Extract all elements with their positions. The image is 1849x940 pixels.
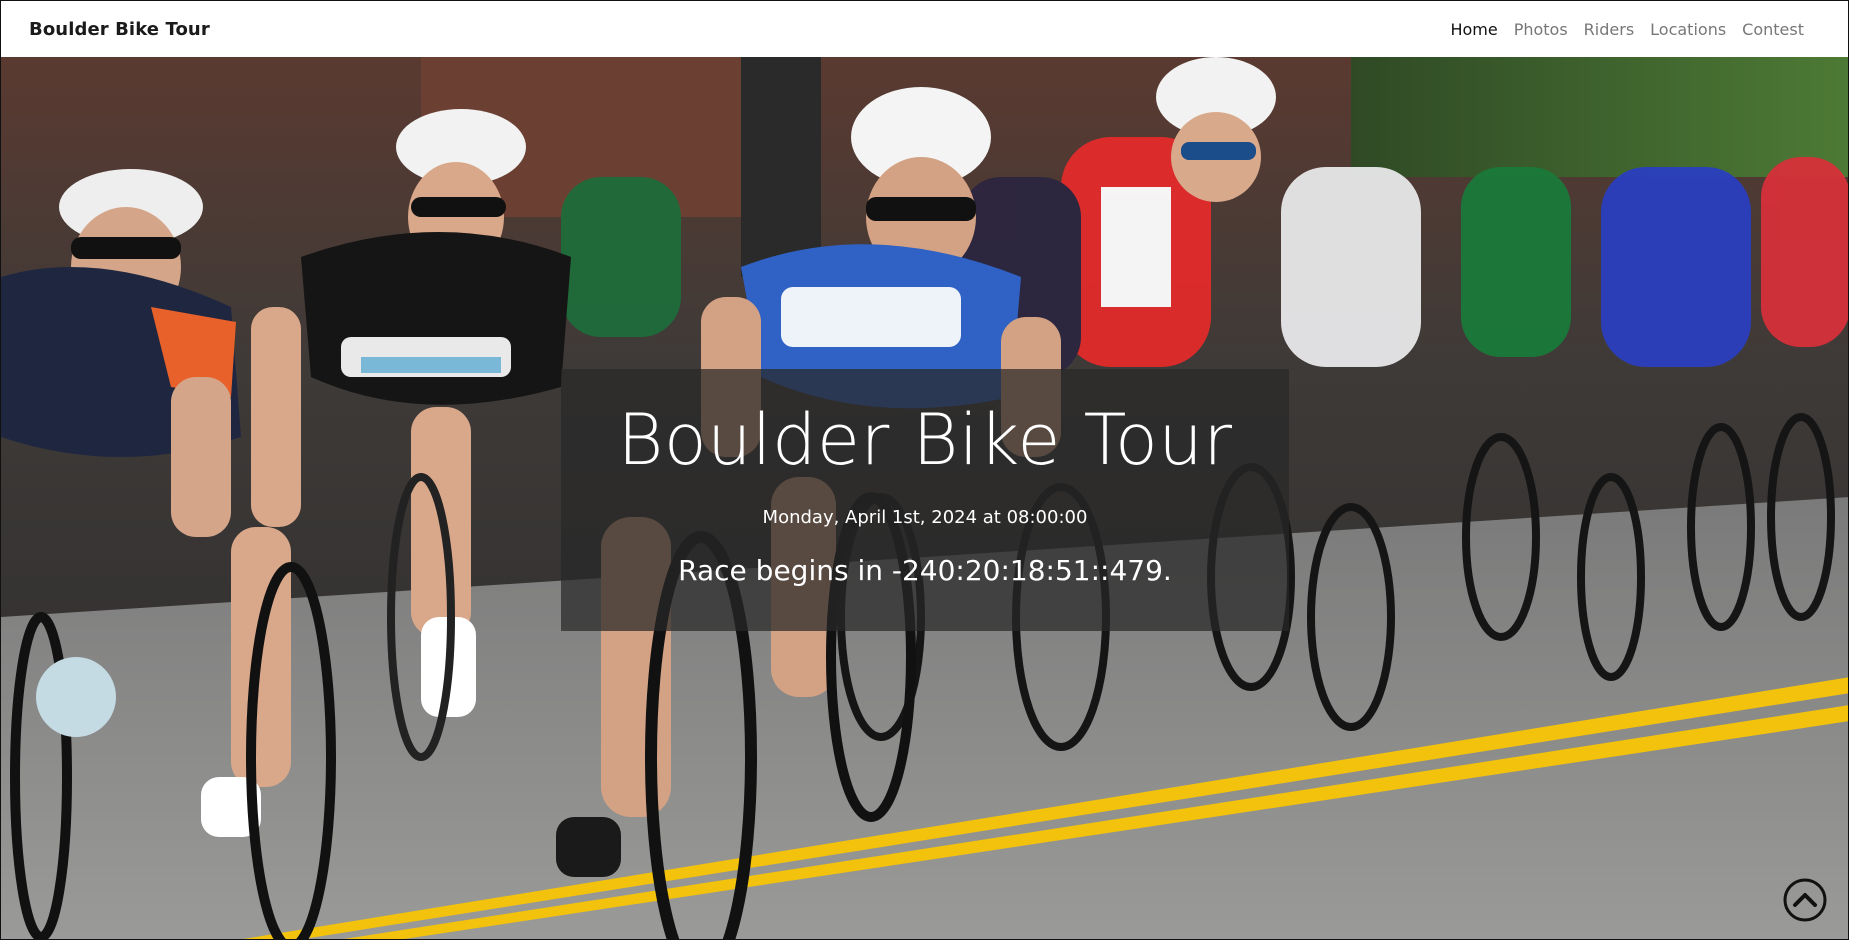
nav-link-riders[interactable]: Riders <box>1576 20 1642 39</box>
countdown-overlay: Boulder Bike Tour Monday, April 1st, 202… <box>561 369 1289 631</box>
page-frame: Boulder Bike Tour Home Photos Riders Loc… <box>0 0 1849 940</box>
chevron-up-circle-icon <box>1783 878 1827 922</box>
brand-link[interactable]: Boulder Bike Tour <box>29 19 210 40</box>
back-to-top-button[interactable] <box>1782 877 1828 923</box>
race-date: Monday, April 1st, 2024 at 08:00:00 <box>762 507 1088 528</box>
nav-links: Home Photos Riders Locations Contest <box>1442 20 1812 39</box>
nav-link-locations[interactable]: Locations <box>1642 20 1734 39</box>
race-countdown: Race begins in -240:20:18:51::479. <box>678 554 1172 587</box>
top-navbar: Boulder Bike Tour Home Photos Riders Loc… <box>1 1 1848 57</box>
hero-title: Boulder Bike Tour <box>617 399 1233 481</box>
nav-link-contest[interactable]: Contest <box>1734 20 1812 39</box>
nav-link-home[interactable]: Home <box>1442 20 1505 39</box>
nav-link-photos[interactable]: Photos <box>1506 20 1576 39</box>
